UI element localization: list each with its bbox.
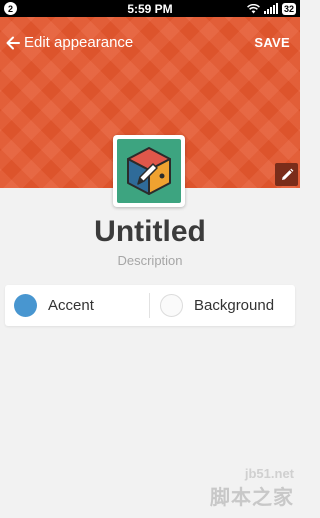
watermark-domain: jb51.net — [244, 466, 294, 481]
background-label: Background — [194, 297, 275, 314]
save-button[interactable]: SAVE — [254, 35, 290, 50]
pencil-icon — [281, 168, 293, 180]
background-color-option[interactable]: Background — [150, 285, 295, 326]
app-description[interactable]: Description — [0, 253, 300, 268]
battery-icon: 32 — [281, 2, 296, 15]
app-icon[interactable] — [113, 135, 185, 207]
accent-swatch — [14, 294, 37, 317]
watermark: jb51.net 脚本之家 — [210, 466, 294, 510]
edit-header-button[interactable] — [275, 163, 298, 186]
color-options-card: Accent Background — [5, 285, 295, 326]
cube-pencil-icon — [127, 147, 171, 195]
toolbar: Edit appearance SAVE — [0, 29, 300, 57]
arrow-left-icon — [6, 36, 20, 50]
watermark-brand: 脚本之家 — [210, 487, 294, 509]
app-name[interactable]: Untitled — [0, 215, 300, 249]
status-bar: 2 5:59 PM 32 — [0, 0, 300, 17]
status-time: 5:59 PM — [127, 1, 173, 16]
signal-icon — [263, 3, 278, 14]
page-title: Edit appearance — [24, 34, 134, 51]
app-icon-tile — [117, 139, 181, 203]
wifi-icon — [247, 3, 260, 13]
accent-color-option[interactable]: Accent — [5, 285, 149, 326]
accent-label: Accent — [48, 297, 94, 314]
status-icons: 32 — [247, 1, 296, 16]
notification-badge: 2 — [4, 2, 17, 15]
back-button[interactable] — [4, 32, 22, 54]
background-swatch — [160, 294, 183, 317]
